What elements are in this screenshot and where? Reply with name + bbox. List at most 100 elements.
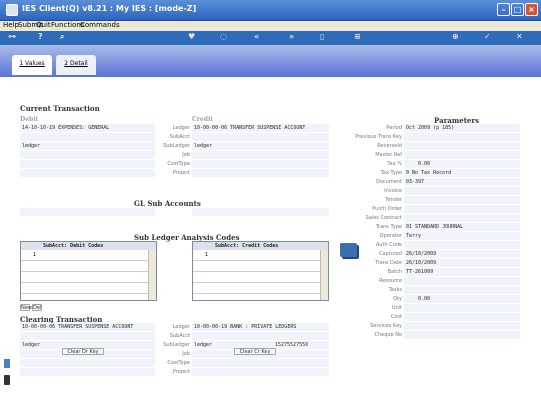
- credit-subledger-field[interactable]: ledger: [192, 142, 329, 151]
- param-value-11[interactable]: 01 STANDARD JOURNAL: [404, 223, 520, 232]
- param-value-3[interactable]: [404, 151, 520, 160]
- close-icon[interactable]: ×: [525, 3, 538, 16]
- param-value-22[interactable]: [404, 322, 520, 331]
- heart-icon[interactable]: ♥: [188, 32, 195, 41]
- param-value-23[interactable]: [404, 331, 520, 340]
- book-icon[interactable]: [340, 243, 357, 257]
- param-value-19[interactable]: 0.00: [404, 295, 520, 304]
- search-icon[interactable]: ⌕: [60, 32, 64, 42]
- credit-job-field[interactable]: [192, 151, 329, 160]
- table-row[interactable]: 1: [193, 250, 320, 261]
- tab-bar: 1 Values 2 Detail: [0, 45, 541, 77]
- param-value-15[interactable]: 26/10/2009: [404, 259, 520, 268]
- new-button[interactable]: New: [20, 304, 32, 311]
- clearing-credit-project-field[interactable]: [192, 368, 329, 377]
- table-row[interactable]: [21, 272, 148, 283]
- tab-detail[interactable]: 2 Detail: [56, 55, 96, 75]
- clearing-debit-costtype-field[interactable]: [20, 359, 155, 368]
- cancel-icon[interactable]: ✕: [516, 32, 523, 41]
- param-value-4[interactable]: 0.00: [404, 160, 520, 169]
- clearing-credit-subacct-field[interactable]: [192, 332, 329, 341]
- clearing-debit-project-field[interactable]: [20, 368, 155, 377]
- credit-field-group: 10-00-00-06 TRANSFER SUSPENSE ACCOUNT le…: [192, 124, 329, 178]
- param-value-2[interactable]: [404, 142, 520, 151]
- param-label-16: Batch: [387, 269, 402, 275]
- subledger-label: SubLedger: [163, 143, 190, 149]
- param-value-21[interactable]: [404, 313, 520, 322]
- tab-values[interactable]: 1 Values: [12, 55, 52, 75]
- debit-codes-scrollbar[interactable]: [148, 250, 156, 300]
- param-label-20: Unit: [391, 305, 402, 311]
- credit-codes-grid[interactable]: SubAcct: Credit Codes 1: [192, 241, 329, 301]
- clearing-mid-labels: Ledger SubAcct SubLedger Job CostType Pr…: [156, 323, 190, 377]
- debit-codes-grid[interactable]: SubAcct: Debit Codes 1: [20, 241, 157, 301]
- debit-project-field[interactable]: [20, 169, 155, 178]
- table-row[interactable]: [21, 261, 148, 272]
- param-value-16[interactable]: TT-261009: [404, 268, 520, 277]
- param-value-7[interactable]: [404, 187, 520, 196]
- clearing-debit-account-field[interactable]: 10-00-00-06 TRANSFER SUSPENSE ACCOUNT: [20, 323, 155, 332]
- bookmark-icon[interactable]: ▯: [320, 32, 324, 41]
- debit-subacct-field[interactable]: [20, 133, 155, 142]
- info-icon[interactable]: [4, 375, 10, 385]
- param-value-12[interactable]: Terry: [404, 232, 520, 241]
- clear-cr-key-button[interactable]: Clear Cr Key: [234, 348, 276, 355]
- debit-costtype-field[interactable]: [20, 160, 155, 169]
- table-row[interactable]: [193, 272, 320, 283]
- credit-codes-scrollbar[interactable]: [320, 250, 328, 300]
- row-number: 1: [33, 252, 37, 258]
- gl-sub-accounts-heading: GL Sub Accounts: [134, 199, 201, 208]
- menu-help[interactable]: Help: [3, 21, 19, 29]
- refresh-icon[interactable]: ◌: [220, 32, 227, 41]
- clear-dr-key-button[interactable]: Clear Dr Key: [62, 348, 104, 355]
- forward-icon[interactable]: »: [289, 32, 294, 41]
- param-value-6[interactable]: 03-397: [404, 178, 520, 187]
- list-icon[interactable]: ≡: [354, 32, 361, 41]
- param-value-8[interactable]: [404, 196, 520, 205]
- credit-account-field[interactable]: 10-00-00-06 TRANSFER SUSPENSE ACCOUNT: [192, 124, 329, 133]
- debit-job-field[interactable]: [20, 151, 155, 160]
- table-row[interactable]: [193, 261, 320, 272]
- row-number: 1: [205, 252, 209, 258]
- menu-bar: Help Submit Quit Functions Commands: [0, 21, 541, 31]
- param-value-1[interactable]: [404, 133, 520, 142]
- clearing-credit-costtype-field[interactable]: [192, 359, 329, 368]
- side-tab-icon[interactable]: [4, 359, 10, 368]
- param-label-19: Qty: [393, 296, 402, 302]
- table-row[interactable]: [21, 283, 148, 294]
- debit-subledger-field[interactable]: ledger: [20, 142, 155, 151]
- rewind-icon[interactable]: «: [254, 32, 259, 41]
- key-icon[interactable]: ⊶: [8, 32, 16, 41]
- parameter-values: Oct 2009 (p 185) 0.00 0 No Tax Record 03-39…: [404, 124, 520, 340]
- confirm-icon[interactable]: ✓: [484, 32, 491, 41]
- menu-quit[interactable]: Quit: [36, 21, 51, 29]
- table-row[interactable]: [193, 283, 320, 294]
- param-value-0[interactable]: Oct 2009 (p 185): [404, 124, 520, 133]
- del-button[interactable]: Del: [32, 304, 42, 311]
- ledger-label: Ledger: [172, 324, 190, 330]
- param-value-14[interactable]: 26/10/2009: [404, 250, 520, 259]
- add-icon[interactable]: ⊕: [452, 32, 459, 41]
- param-value-9[interactable]: [404, 205, 520, 214]
- credit-costtype-field[interactable]: [192, 160, 329, 169]
- maximize-icon[interactable]: □: [511, 3, 524, 16]
- param-value-13[interactable]: [404, 241, 520, 250]
- param-value-5[interactable]: 0 No Tax Record: [404, 169, 520, 178]
- credit-subacct-field[interactable]: [192, 133, 329, 142]
- debit-account-field[interactable]: 14-10-10-19 EXPENSES: GENERAL: [20, 124, 155, 133]
- param-value-17[interactable]: [404, 277, 520, 286]
- param-value-18[interactable]: [404, 286, 520, 295]
- clearing-debit-subacct-field[interactable]: [20, 332, 155, 341]
- help-icon[interactable]: ?: [38, 32, 43, 41]
- gl-credit-sub-account-field[interactable]: [192, 208, 329, 217]
- param-value-10[interactable]: [404, 214, 520, 223]
- credit-project-field[interactable]: [192, 169, 329, 178]
- clearing-credit-account-field[interactable]: 10-00-00-19 BANK : PRIVATE LEDGERS: [192, 323, 329, 332]
- gl-debit-sub-account-field[interactable]: [20, 208, 155, 217]
- param-label-23: Cheque No: [374, 332, 402, 338]
- table-row[interactable]: 1: [21, 250, 148, 261]
- minimize-icon[interactable]: –: [497, 3, 510, 16]
- menu-commands[interactable]: Commands: [80, 21, 120, 29]
- credit-codes-rows: 1: [193, 250, 320, 294]
- param-value-20[interactable]: [404, 304, 520, 313]
